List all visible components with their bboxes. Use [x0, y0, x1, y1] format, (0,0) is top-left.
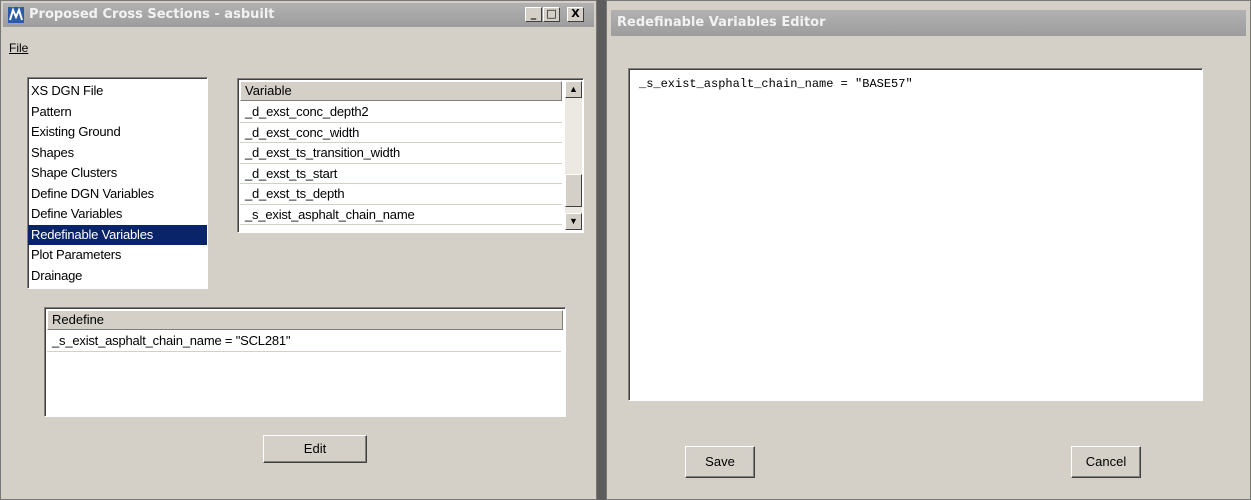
variable-row[interactable]: _d_exst_conc_depth2	[240, 102, 562, 123]
editor-window-title: Redefinable Variables Editor	[617, 15, 826, 30]
menu-bar: File	[9, 41, 28, 55]
redefine-row[interactable]: _s_exist_asphalt_chain_name = "SCL281"	[47, 331, 561, 352]
redefine-column-header[interactable]: Redefine	[47, 310, 563, 330]
category-item[interactable]: Drainage	[28, 266, 207, 287]
category-item[interactable]: Define DGN Variables	[28, 184, 207, 205]
scroll-thumb[interactable]	[565, 174, 582, 207]
category-item[interactable]: Plot Parameters	[28, 245, 207, 266]
title-bar[interactable]: Proposed Cross Sections - asbuilt _ □ X	[3, 3, 594, 27]
variable-row[interactable]: _d_exst_ts_transition_width	[240, 143, 562, 164]
editor-title-bar[interactable]: Redefinable Variables Editor	[611, 10, 1246, 36]
scroll-down-arrow-icon[interactable]: ▼	[565, 213, 582, 230]
category-list[interactable]: XS DGN File Pattern Existing Ground Shapes S…	[27, 77, 208, 289]
save-button[interactable]: Save	[685, 446, 755, 478]
variable-row[interactable]: _s_exist_asphalt_chain_name	[240, 205, 562, 225]
maximize-icon[interactable]: □	[543, 7, 560, 22]
editor-text[interactable]: _s_exist_asphalt_chain_name = "BASE57"	[639, 77, 913, 91]
category-item[interactable]: Shape Clusters	[28, 163, 207, 184]
category-item[interactable]: Define Variables	[28, 204, 207, 225]
variable-column-header[interactable]: Variable	[240, 81, 562, 101]
variable-row[interactable]: _d_exst_ts_start	[240, 164, 562, 184]
category-item[interactable]: Shapes	[28, 143, 207, 164]
category-item[interactable]: Existing Ground	[28, 122, 207, 143]
variable-row[interactable]: _d_exst_conc_width	[240, 123, 562, 143]
variable-row[interactable]: _d_exst_ts_depth	[240, 184, 562, 205]
menu-file[interactable]: File	[9, 41, 28, 55]
variable-list[interactable]: Variable _d_exst_conc_depth2 _d_exst_conc…	[237, 78, 584, 233]
edit-button[interactable]: Edit	[263, 435, 367, 463]
app-icon	[8, 7, 24, 23]
redefine-list[interactable]: Redefine _s_exist_asphalt_chain_name = "…	[44, 307, 566, 417]
window-title: Proposed Cross Sections - asbuilt	[29, 7, 275, 22]
redefinable-variables-editor-window: Redefinable Variables Editor _s_exist_as…	[606, 0, 1251, 500]
minimize-icon[interactable]: _	[525, 7, 542, 22]
scroll-up-arrow-icon[interactable]: ▲	[565, 81, 582, 98]
variable-scrollbar[interactable]: ▲ ▼	[565, 81, 582, 230]
proposed-cross-sections-window: Proposed Cross Sections - asbuilt _ □ X …	[0, 0, 597, 500]
category-item[interactable]: Redefinable Variables	[28, 224, 207, 245]
category-item[interactable]: Pattern	[28, 102, 207, 123]
close-icon[interactable]: X	[567, 7, 584, 22]
editor-text-area[interactable]: _s_exist_asphalt_chain_name = "BASE57"	[628, 68, 1203, 401]
category-item[interactable]: XS DGN File	[28, 81, 207, 102]
cancel-button[interactable]: Cancel	[1071, 446, 1141, 478]
